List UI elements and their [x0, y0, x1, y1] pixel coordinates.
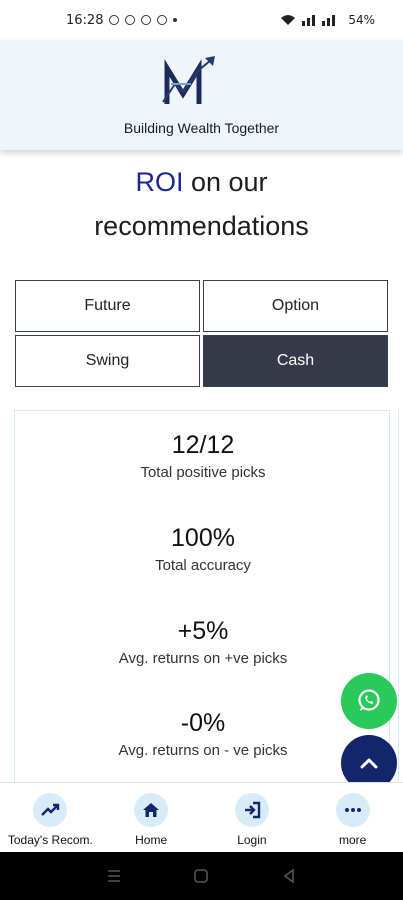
tab-swing[interactable]: Swing — [15, 335, 200, 387]
nav-item-todays-recom[interactable]: Today's Recom. — [0, 783, 101, 852]
nav-icon-bg — [234, 793, 269, 827]
stat-positive-returns: +5% Avg. returns on +ve picks — [15, 617, 391, 667]
nav-item-more[interactable]: more — [302, 783, 403, 852]
status-bar: 16:28 54% — [0, 0, 403, 40]
chevron-up-icon — [360, 758, 378, 769]
facebook-icon — [141, 15, 152, 25]
nav-item-home[interactable]: Home — [101, 783, 202, 852]
status-time: 16:28 — [66, 12, 104, 28]
stat-label: Total accuracy — [155, 557, 251, 574]
stat-accuracy: 100% Total accuracy — [15, 524, 391, 574]
more-icon — [344, 808, 361, 812]
stat-value: 12/12 — [171, 431, 235, 459]
title-accent: ROI — [135, 167, 184, 197]
recents-icon[interactable] — [106, 868, 122, 884]
notification-icon — [109, 15, 120, 25]
tab-cash[interactable]: Cash — [203, 335, 388, 387]
nav-icon-bg — [134, 793, 169, 827]
more-notifications-icon — [173, 18, 178, 22]
nav-label: Home — [135, 833, 168, 847]
home-icon — [143, 803, 160, 817]
trending-up-icon — [41, 803, 60, 816]
signal-icon — [302, 15, 336, 26]
nav-icon-bg — [335, 793, 370, 827]
page-title: ROI on our recommendations — [0, 160, 403, 248]
next-card-edge — [398, 410, 403, 790]
title-line1: on our — [183, 167, 268, 197]
stat-negative-returns: -0% Avg. returns on - ve picks — [15, 709, 391, 759]
notification-icon — [125, 15, 136, 25]
stat-label: Avg. returns on +ve picks — [118, 650, 288, 667]
brand-logo[interactable] — [161, 54, 221, 112]
nav-icon-bg — [33, 793, 68, 827]
battery-level: 54% — [348, 13, 375, 27]
title-line2: recommendations — [94, 211, 309, 241]
bottom-nav: Today's Recom. Home Login more — [0, 782, 403, 852]
stats-card: 12/12 Total positive picks 100% Total ac… — [14, 410, 390, 790]
stat-value: 100% — [171, 524, 235, 552]
notification-icon — [157, 15, 168, 25]
stat-value: -0% — [180, 709, 226, 737]
app-header: Building Wealth Together — [0, 40, 403, 150]
nav-label: Today's Recom. — [7, 833, 93, 847]
whatsapp-icon — [358, 689, 380, 711]
login-icon — [244, 801, 261, 819]
tab-future[interactable]: Future — [15, 280, 200, 332]
system-nav-bar — [0, 852, 403, 900]
stat-label: Avg. returns on - ve picks — [118, 742, 288, 759]
home-system-icon[interactable] — [193, 868, 209, 884]
stat-label: Total positive picks — [140, 464, 266, 481]
nav-label: Login — [237, 833, 267, 847]
nav-item-login[interactable]: Login — [202, 783, 303, 852]
tab-option[interactable]: Option — [203, 280, 388, 332]
nav-label: more — [338, 833, 367, 847]
brand-tagline: Building Wealth Together — [123, 120, 280, 136]
status-left: 16:28 — [66, 12, 178, 28]
back-icon[interactable] — [281, 868, 297, 884]
wifi-icon — [281, 15, 296, 25]
stat-value: +5% — [177, 617, 229, 645]
whatsapp-button[interactable] — [341, 673, 397, 729]
status-right: 54% — [280, 13, 375, 27]
stat-positive-picks: 12/12 Total positive picks — [15, 431, 391, 481]
